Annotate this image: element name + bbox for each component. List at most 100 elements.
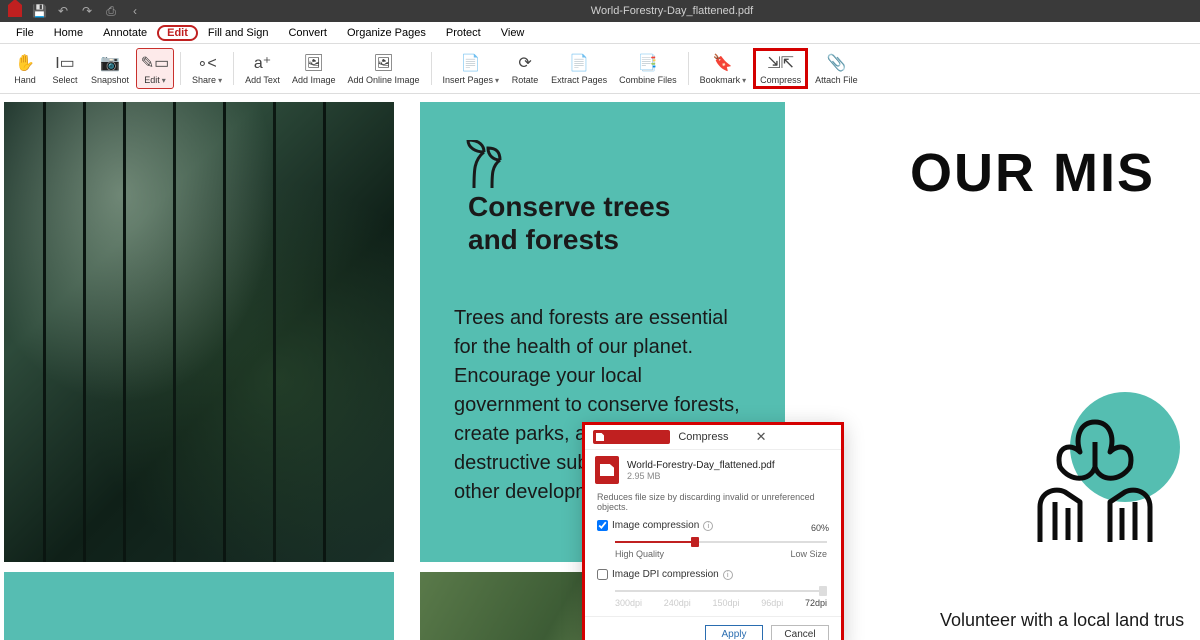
tool-insert-pages[interactable]: 📄 Insert Pages <box>438 48 505 89</box>
tool-label: Bookmark <box>700 75 747 85</box>
doc-caption: Volunteer with a local land trus <box>940 610 1184 631</box>
tool-edit[interactable]: ✎▭ Edit <box>136 48 174 89</box>
undo-icon[interactable]: ↶ <box>56 4 70 18</box>
apply-button[interactable]: Apply <box>705 625 763 640</box>
close-icon[interactable]: ✕ <box>756 429 833 445</box>
file-name: World-Forestry-Day_flattened.pdf <box>627 460 775 471</box>
image-compression-checkbox[interactable] <box>597 520 608 531</box>
menu-view[interactable]: View <box>491 25 535 41</box>
doc-heading: Conserve trees and forests <box>468 190 718 256</box>
cancel-button[interactable]: Cancel <box>771 625 829 640</box>
sprout-icon <box>454 140 514 190</box>
tool-bookmark[interactable]: 🔖 Bookmark <box>695 48 752 89</box>
hand-icon: ✋ <box>15 53 35 73</box>
dpi-tick: 96dpi <box>761 598 783 608</box>
bookmark-icon: 🔖 <box>713 53 733 73</box>
tool-attach-file[interactable]: 📎 Attach File <box>810 48 863 89</box>
tool-add-text[interactable]: a⁺ Add Text <box>240 48 285 89</box>
tool-label: Select <box>52 75 77 85</box>
tool-label: Snapshot <box>91 75 129 85</box>
redo-icon[interactable]: ↷ <box>80 4 94 18</box>
share-nodes-icon: ∘< <box>197 53 217 73</box>
app-icon <box>593 430 670 444</box>
tool-select[interactable]: I▭Select <box>46 48 84 89</box>
dialog-footer: Apply Cancel <box>585 616 841 640</box>
titlebar: 💾 ↶ ↷ ⎙ ‹ World-Forestry-Day_flattened.p… <box>0 0 1200 22</box>
tool-label: Hand <box>14 75 36 85</box>
document-canvas[interactable]: Conserve trees and forests Trees and for… <box>0 94 1200 640</box>
dpi-compression-slider[interactable] <box>615 584 827 598</box>
dpi-tick: 240dpi <box>664 598 691 608</box>
separator <box>688 52 689 85</box>
edit-icon: ✎▭ <box>145 53 165 73</box>
image-compression-slider[interactable]: 60% <box>615 535 827 549</box>
share-icon[interactable]: ‹ <box>128 4 142 18</box>
info-icon[interactable]: i <box>703 521 713 531</box>
menu-annotate[interactable]: Annotate <box>93 25 157 41</box>
compress-icon: ⇲⇱ <box>771 53 791 73</box>
tool-label: Insert Pages <box>443 75 500 85</box>
toolbar: ✋Hand I▭Select 📷Snapshot ✎▭Edit ∘<Share … <box>0 44 1200 94</box>
extract-pages-icon: 📄 <box>569 53 589 73</box>
doc-mission-heading: OUR MIS <box>910 142 1180 204</box>
menu-protect[interactable]: Protect <box>436 25 491 41</box>
file-size: 2.95 MB <box>627 471 775 481</box>
dpi-tick: 72dpi <box>805 598 827 608</box>
pdf-file-icon <box>595 456 619 484</box>
menubar: File Home Annotate Edit Fill and Sign Co… <box>0 22 1200 44</box>
tool-rotate[interactable]: ⟳ Rotate <box>506 48 544 89</box>
info-icon[interactable]: i <box>723 570 733 580</box>
tool-label: Rotate <box>512 75 539 85</box>
menu-edit[interactable]: Edit <box>157 25 198 41</box>
tool-add-online-image[interactable]: 🖼Add Online Image <box>342 48 424 89</box>
compress-dialog: Compress ✕ World-Forestry-Day_flattened.… <box>582 422 844 640</box>
dialog-description: Reduces file size by discarding invalid … <box>585 490 841 518</box>
add-text-icon: a⁺ <box>253 53 273 73</box>
menu-organize[interactable]: Organize Pages <box>337 25 436 41</box>
home-icon[interactable] <box>8 5 22 17</box>
doc-image-forest <box>4 102 394 562</box>
separator <box>180 52 181 85</box>
tool-snapshot[interactable]: 📷 Snapshot <box>86 48 134 89</box>
separator <box>233 52 234 85</box>
menu-file[interactable]: File <box>6 25 44 41</box>
doc-panel-mission: OUR MIS Volunteer with a local land trus <box>820 102 1200 640</box>
tool-label: Combine Files <box>619 75 677 85</box>
tool-label: Add Online Image <box>347 75 419 85</box>
rotate-icon: ⟳ <box>515 53 535 73</box>
slider-value: 60% <box>811 523 829 533</box>
tool-add-image[interactable]: 🖼Add Image <box>287 48 341 89</box>
insert-pages-icon: 📄 <box>461 53 481 73</box>
tool-label: Compress <box>760 75 801 85</box>
tool-label: Attach File <box>815 75 858 85</box>
tool-label: Add Text <box>245 75 280 85</box>
tool-label: Share <box>192 75 222 85</box>
dpi-compression-label: Image DPI compression <box>612 569 719 580</box>
tool-extract-pages[interactable]: 📄 Extract Pages <box>546 48 612 89</box>
save-icon[interactable]: 💾 <box>32 4 46 18</box>
tool-label: Edit <box>144 75 166 85</box>
separator <box>431 52 432 85</box>
print-icon[interactable]: ⎙ <box>104 4 118 18</box>
file-info-row: World-Forestry-Day_flattened.pdf 2.95 MB <box>585 450 841 490</box>
menu-convert[interactable]: Convert <box>278 25 337 41</box>
slider-right-label: Low Size <box>790 549 827 559</box>
tool-share[interactable]: ∘< Share <box>187 48 227 89</box>
image-compression-row: Image compression i <box>585 518 841 533</box>
tool-hand[interactable]: ✋ Hand <box>6 48 44 89</box>
tool-label: Add Image <box>292 75 336 85</box>
attach-icon: 📎 <box>826 53 846 73</box>
doc-block-teal <box>4 572 394 640</box>
dpi-tick: 300dpi <box>615 598 642 608</box>
dpi-compression-checkbox[interactable] <box>597 569 608 580</box>
dpi-tick: 150dpi <box>712 598 739 608</box>
menu-home[interactable]: Home <box>44 25 93 41</box>
tool-combine-files[interactable]: 📑Combine Files <box>614 48 682 89</box>
dpi-compression-row: Image DPI compression i <box>585 567 841 582</box>
tool-label: Extract Pages <box>551 75 607 85</box>
dialog-titlebar: Compress ✕ <box>585 425 841 450</box>
hands-leaf-icon <box>1020 412 1170 542</box>
tool-compress[interactable]: ⇲⇱ Compress <box>753 48 808 89</box>
camera-icon: 📷 <box>100 53 120 73</box>
menu-fill-sign[interactable]: Fill and Sign <box>198 25 279 41</box>
